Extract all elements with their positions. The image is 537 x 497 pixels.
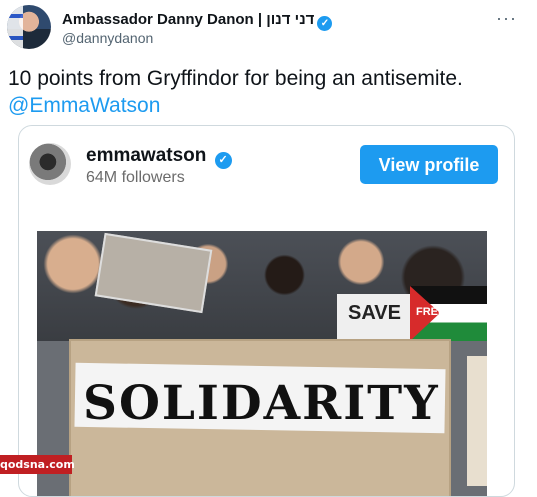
flag-overlay <box>7 5 23 49</box>
tweet-text: 10 points from Gryffindor for being an a… <box>8 65 528 119</box>
author-display-name[interactable]: Ambassador Danny Danon | דני דנון <box>62 11 314 28</box>
author-name-row[interactable]: Ambassador Danny Danon | דני דנון ✓ <box>62 11 333 31</box>
verified-badge-icon: ✓ <box>317 16 333 31</box>
watermark: qodsna.com <box>0 455 75 474</box>
solidarity-text: SOLIDARITY <box>83 376 440 431</box>
author-avatar[interactable] <box>7 5 51 49</box>
instagram-username[interactable]: emmawatson <box>86 145 206 166</box>
author-handle[interactable]: @dannydanon <box>62 30 153 46</box>
view-profile-button[interactable]: View profile <box>360 145 498 184</box>
mention-link[interactable]: @EmmaWatson <box>8 92 528 119</box>
free-sign-text: FREE <box>416 306 446 318</box>
tweet-body: 10 points from Gryffindor for being an a… <box>8 67 463 90</box>
side-sign <box>467 356 487 486</box>
instagram-embed-card[interactable]: emmawatson ✓ 64M followers View profile … <box>18 125 515 497</box>
free-palestine-sign: FREE <box>410 286 487 341</box>
verified-badge-icon: ✓ <box>214 152 232 169</box>
instagram-followers: 64M followers <box>86 169 185 186</box>
instagram-username-row[interactable]: emmawatson ✓ <box>86 145 232 169</box>
embedded-photo[interactable]: SAVE FREE SOLIDARITY <box>37 231 487 496</box>
more-options-icon[interactable]: ··· <box>496 8 517 29</box>
instagram-avatar[interactable] <box>29 143 71 185</box>
save-sign: SAVE <box>337 294 412 342</box>
